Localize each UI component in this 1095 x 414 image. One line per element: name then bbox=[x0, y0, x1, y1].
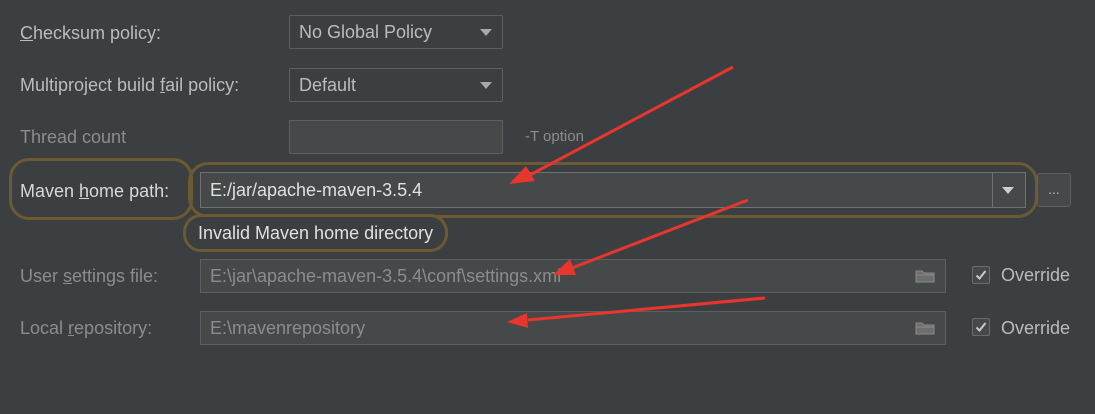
maven-home-error-text: Invalid Maven home directory bbox=[198, 223, 434, 243]
user-settings-override-checkbox[interactable] bbox=[972, 266, 990, 284]
chevron-down-icon bbox=[480, 82, 492, 89]
maven-settings-panel: Checksum policy: No Global Policy Multip… bbox=[0, 0, 1095, 414]
user-settings-label-before: User bbox=[20, 266, 64, 286]
local-repo-override-label[interactable]: Override bbox=[1001, 318, 1070, 339]
checkmark-icon bbox=[975, 270, 987, 280]
checksum-policy-value: No Global Policy bbox=[299, 22, 433, 42]
local-repository-value: E:\mavenrepository bbox=[210, 318, 366, 338]
maven-home-error-tooltip: Invalid Maven home directory bbox=[183, 214, 449, 252]
chevron-down-icon bbox=[480, 29, 492, 36]
user-settings-file-input[interactable]: E:\jar\apache-maven-3.5.4\conf\settings.… bbox=[200, 259, 946, 293]
chevron-down-icon bbox=[1002, 187, 1014, 194]
user-settings-mnemonic: s bbox=[63, 266, 73, 286]
thread-count-label: Thread count bbox=[20, 127, 127, 147]
maven-home-dropdown-button[interactable] bbox=[992, 173, 1025, 207]
local-repo-override-checkbox[interactable] bbox=[972, 318, 990, 336]
user-settings-file-value: E:\jar\apache-maven-3.5.4\conf\settings.… bbox=[210, 266, 562, 286]
thread-count-input[interactable] bbox=[289, 120, 503, 154]
folder-icon[interactable] bbox=[915, 321, 935, 335]
maven-home-label-after: ome path: bbox=[89, 181, 170, 201]
checksum-label-text: hecksum policy: bbox=[33, 23, 162, 43]
multiproject-policy-dropdown[interactable]: Default bbox=[289, 68, 503, 102]
checksum-policy-label: Checksum policy: bbox=[20, 22, 161, 44]
thread-count-hint: -T option bbox=[525, 128, 584, 145]
maven-home-browse-button[interactable]: ... bbox=[1037, 173, 1071, 207]
multiproject-label-after: ail policy: bbox=[165, 75, 240, 95]
folder-icon[interactable] bbox=[915, 269, 935, 283]
checksum-mnemonic: C bbox=[20, 23, 33, 43]
local-repo-label-before: Local bbox=[20, 318, 69, 338]
multiproject-label-before: Multiproject build bbox=[20, 75, 161, 95]
multiproject-policy-value: Default bbox=[299, 75, 357, 95]
checkmark-icon bbox=[975, 322, 987, 332]
local-repo-label-after: epository: bbox=[74, 318, 153, 338]
user-settings-override-label[interactable]: Override bbox=[1001, 265, 1070, 286]
user-settings-label: User settings file: bbox=[20, 265, 158, 287]
maven-home-path-value: E:/jar/apache-maven-3.5.4 bbox=[210, 180, 423, 200]
maven-home-mnemonic: h bbox=[79, 181, 90, 201]
local-repository-label: Local repository: bbox=[20, 317, 152, 339]
user-settings-label-after: ettings file: bbox=[72, 266, 159, 286]
maven-home-label-before: Maven bbox=[20, 181, 80, 201]
maven-home-path-combo[interactable]: E:/jar/apache-maven-3.5.4 bbox=[200, 172, 1026, 208]
multiproject-policy-label: Multiproject build fail policy: bbox=[20, 74, 239, 96]
checksum-policy-dropdown[interactable]: No Global Policy bbox=[289, 15, 503, 49]
local-repository-input[interactable]: E:\mavenrepository bbox=[200, 311, 946, 345]
maven-home-label: Maven home path: bbox=[20, 180, 169, 202]
